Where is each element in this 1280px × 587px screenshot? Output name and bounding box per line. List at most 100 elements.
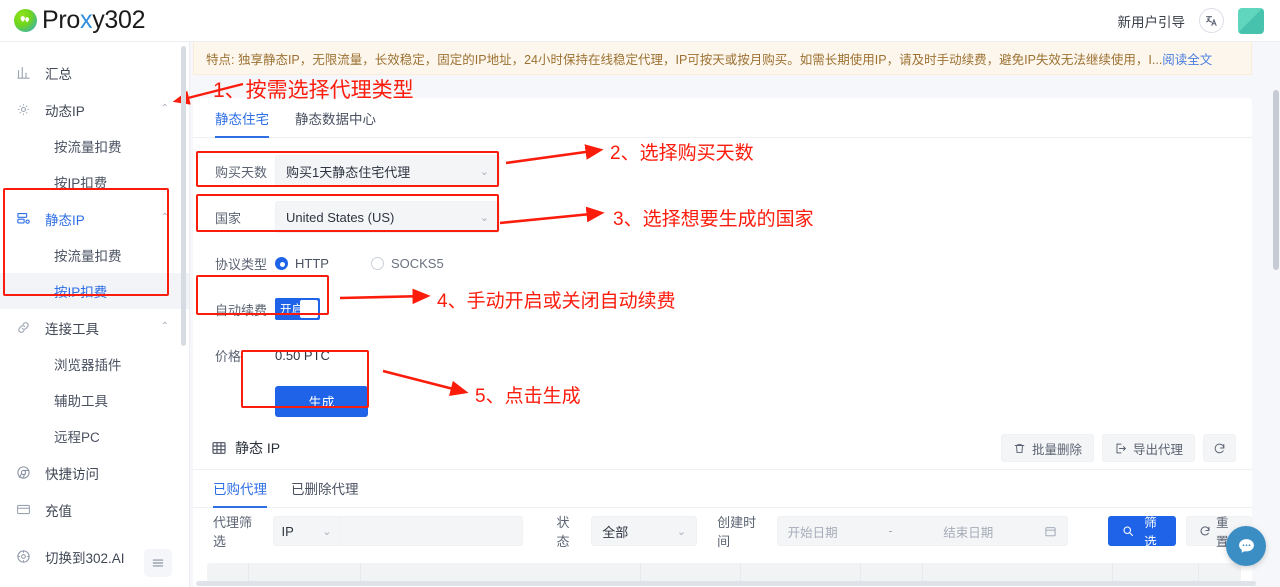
export-proxy-button[interactable]: 导出代理 bbox=[1101, 434, 1195, 462]
sidebar-item-static-traffic-billing[interactable]: 按流量扣费 bbox=[0, 237, 189, 273]
chevron-down-icon: ⌄ bbox=[676, 525, 687, 538]
sidebar-item-label: 汇总 bbox=[45, 66, 72, 82]
sidebar-item-dynamic-ip-billing[interactable]: 按IP扣费 bbox=[0, 164, 189, 200]
sidebar-item-label: 按流量扣费 bbox=[54, 140, 122, 155]
sidebar-item-label: 快捷访问 bbox=[45, 466, 99, 482]
refresh-icon bbox=[1199, 525, 1211, 537]
sidebar-item-label: 连接工具 bbox=[45, 321, 99, 337]
chevron-down-icon: ⌄ bbox=[479, 165, 489, 178]
calendar-icon bbox=[1044, 525, 1057, 538]
form-row-auto-renew: 自动续费 开启 bbox=[215, 292, 1252, 326]
sidebar-item-connection-tools[interactable]: 连接工具 ⌃ bbox=[0, 309, 189, 346]
sidebar-item-label: 充值 bbox=[45, 503, 72, 519]
annotation-label-3: 3、选择想要生成的国家 bbox=[613, 209, 814, 230]
chevron-up-icon[interactable]: ⌃ bbox=[161, 212, 169, 223]
annotation-label-2: 2、选择购买天数 bbox=[610, 143, 754, 164]
filter-search-button[interactable]: 筛选 bbox=[1108, 516, 1176, 549]
sidebar: 汇总 动态IP ⌃ 按流量扣费 按IP扣费 静态IP ⌃ 按流量扣费 按IP扣费… bbox=[0, 42, 190, 587]
auto-renew-label: 自动续费 bbox=[215, 302, 268, 318]
app-header: Proxy302 新用户引导 bbox=[0, 0, 1280, 42]
batch-delete-button[interactable]: 批量删除 bbox=[1000, 434, 1094, 462]
sidebar-item-static-ip[interactable]: 静态IP ⌃ bbox=[0, 200, 189, 237]
sidebar-item-label: 辅助工具 bbox=[54, 394, 108, 409]
sidebar-item-label: 切换到302.AI bbox=[45, 550, 125, 566]
sidebar-item-summary[interactable]: 汇总 bbox=[0, 54, 189, 91]
days-select-value: 购买1天静态住宅代理 bbox=[286, 164, 411, 180]
country-select[interactable]: United States (US) ⌄ bbox=[275, 201, 500, 233]
start-date-placeholder: 开始日期 bbox=[787, 525, 838, 540]
days-label: 购买天数 bbox=[215, 164, 268, 180]
sidebar-item-static-ip-billing[interactable]: 按IP扣费 bbox=[0, 273, 189, 309]
table-card-title-text: 静态 IP bbox=[235, 440, 281, 456]
proxy-filter-group: IP ⌄ bbox=[272, 516, 523, 546]
sidebar-item-browser-extension[interactable]: 浏览器插件 bbox=[0, 346, 189, 382]
radio-http[interactable]: HTTP bbox=[275, 256, 329, 271]
status-select[interactable]: 全部 ⌄ bbox=[591, 516, 698, 546]
notice-text: 特点: 独享静态IP，无限流量，长效稳定，固定的IP地址，24小时保持在线稳定代… bbox=[206, 52, 1163, 67]
table-card-title: 静态 IP bbox=[211, 438, 280, 458]
sidebar-menu: 汇总 动态IP ⌃ 按流量扣费 按IP扣费 静态IP ⌃ 按流量扣费 按IP扣费… bbox=[0, 42, 189, 587]
tab-purchased-proxies[interactable]: 已购代理 bbox=[213, 478, 267, 508]
radio-dot-icon bbox=[370, 256, 384, 270]
collapse-sidebar-icon[interactable] bbox=[144, 549, 172, 577]
sidebar-item-remote-pc[interactable]: 远程PC bbox=[0, 418, 189, 454]
user-avatar[interactable] bbox=[1238, 7, 1264, 34]
annotation-label-5: 5、点击生成 bbox=[475, 386, 581, 407]
radio-socks5[interactable]: SOCKS5 bbox=[370, 256, 444, 271]
status-label: 状态 bbox=[556, 515, 570, 549]
sidebar-item-dynamic-ip[interactable]: 动态IP ⌃ bbox=[0, 91, 189, 128]
read-full-link[interactable]: 阅读全文 bbox=[1162, 49, 1212, 68]
sidebar-item-label: 远程PC bbox=[54, 430, 100, 445]
tab-static-residential[interactable]: 静态住宅 bbox=[215, 108, 269, 138]
proxy-filter-type-select[interactable]: IP ⌄ bbox=[272, 516, 341, 546]
tab-deleted-proxies[interactable]: 已删除代理 bbox=[291, 478, 359, 507]
created-time-label: 创建时间 bbox=[717, 515, 757, 549]
export-icon bbox=[1114, 442, 1127, 455]
static-ip-server-icon bbox=[16, 211, 36, 226]
auto-renew-toggle[interactable]: 开启 bbox=[275, 298, 320, 320]
toggle-knob bbox=[300, 300, 318, 318]
sidebar-item-label: 浏览器插件 bbox=[54, 358, 122, 373]
main-content: 特点: 独享静态IP，无限流量，长效稳定，固定的IP地址，24小时保持在线稳定代… bbox=[190, 42, 1280, 587]
trash-icon bbox=[1013, 442, 1026, 455]
sidebar-item-helper-tools[interactable]: 辅助工具 bbox=[0, 382, 189, 418]
export-proxy-label: 导出代理 bbox=[1132, 442, 1183, 457]
days-select[interactable]: 购买1天静态住宅代理 ⌄ bbox=[275, 155, 500, 187]
table-card-actions: 批量删除 导出代理 bbox=[1000, 434, 1236, 462]
form-row-generate: 生成 bbox=[215, 384, 1252, 418]
date-range-dash: - bbox=[888, 524, 893, 538]
sidebar-item-quick-access[interactable]: 快捷访问 bbox=[0, 454, 189, 491]
refresh-icon bbox=[1213, 442, 1226, 455]
sidebar-scrollbar[interactable] bbox=[181, 46, 186, 346]
new-user-guide-link[interactable]: 新用户引导 bbox=[1118, 11, 1186, 31]
radio-http-label: HTTP bbox=[295, 255, 329, 271]
dynamic-ip-gear-icon bbox=[16, 102, 36, 117]
header-right-group: 新用户引导 bbox=[1118, 7, 1280, 34]
purchase-form: 购买天数 购买1天静态住宅代理 ⌄ 国家 United States (US) … bbox=[193, 138, 1252, 418]
batch-delete-label: 批量删除 bbox=[1031, 442, 1082, 457]
annotation-label-4: 4、手动开启或关闭自动续费 bbox=[437, 291, 676, 312]
chat-bubble-icon[interactable] bbox=[1226, 526, 1266, 566]
table-card-tabs: 已购代理 已删除代理 bbox=[193, 470, 1252, 508]
chart-bar-icon bbox=[16, 65, 36, 80]
proxy-filter-input[interactable] bbox=[340, 516, 523, 546]
main-scrollbar[interactable] bbox=[1273, 90, 1279, 270]
sidebar-item-recharge[interactable]: 充值 bbox=[0, 491, 189, 528]
generate-button[interactable]: 生成 bbox=[275, 385, 368, 417]
created-time-range-picker[interactable]: 开始日期 - 结束日期 bbox=[776, 516, 1068, 546]
horizontal-scrollbar[interactable] bbox=[196, 581, 1256, 586]
country-select-value: United States (US) bbox=[286, 209, 395, 225]
chevron-up-icon[interactable]: ⌃ bbox=[161, 103, 169, 114]
translate-icon[interactable] bbox=[1199, 8, 1224, 33]
tab-static-datacenter[interactable]: 静态数据中心 bbox=[295, 108, 376, 137]
radio-dot-icon bbox=[275, 256, 288, 270]
table-grid-icon bbox=[211, 440, 227, 456]
chevron-up-icon[interactable]: ⌃ bbox=[161, 321, 169, 332]
price-label: 价格 bbox=[215, 348, 242, 364]
proxy-filter-type-value: IP bbox=[281, 523, 294, 539]
brand-logo-area[interactable]: Proxy302 bbox=[0, 6, 146, 35]
protocol-label: 协议类型 bbox=[215, 256, 268, 272]
refresh-button[interactable] bbox=[1203, 434, 1236, 462]
sidebar-item-dynamic-traffic-billing[interactable]: 按流量扣费 bbox=[0, 128, 189, 164]
